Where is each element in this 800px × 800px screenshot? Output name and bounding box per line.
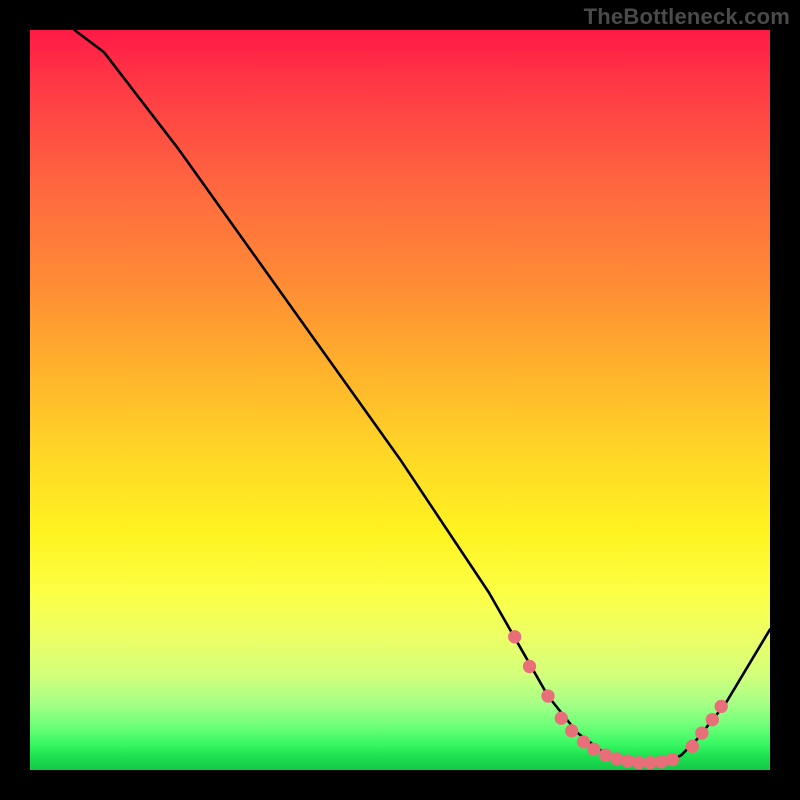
marker-dot — [565, 724, 578, 737]
marker-dot — [686, 740, 699, 753]
marker-dot — [666, 753, 679, 766]
curve-markers — [508, 630, 728, 769]
marker-dot — [508, 630, 521, 643]
curve-line — [74, 30, 770, 763]
curve-path — [74, 30, 770, 763]
marker-dot — [587, 743, 600, 756]
marker-dot — [541, 689, 554, 702]
watermark-label: TheBottleneck.com — [584, 4, 790, 30]
marker-dot — [655, 755, 668, 768]
curve-layer — [30, 30, 770, 770]
chart-frame: TheBottleneck.com — [0, 0, 800, 800]
marker-dot — [695, 726, 708, 739]
marker-dot — [555, 712, 568, 725]
marker-dot — [610, 752, 623, 765]
marker-dot — [523, 660, 536, 673]
marker-dot — [706, 713, 719, 726]
marker-dot — [715, 700, 728, 713]
plot-area — [30, 30, 770, 770]
